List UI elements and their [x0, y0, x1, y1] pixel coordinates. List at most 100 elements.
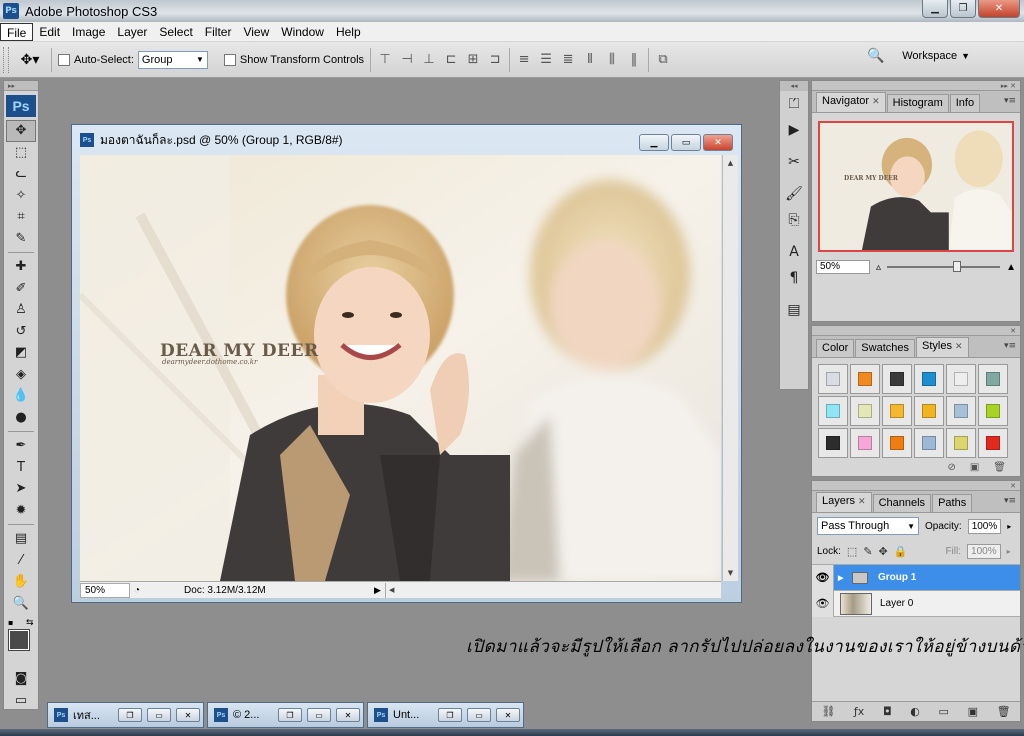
tab-navigator[interactable]: Navigator ✕ — [816, 92, 886, 112]
dodge-tool-icon[interactable]: ● — [4, 407, 38, 429]
default-colors-icon[interactable]: ▪ — [8, 618, 13, 627]
align-top-icon[interactable]: ⊤ — [377, 52, 393, 67]
style-swatch[interactable] — [914, 396, 944, 426]
maximize-icon[interactable]: ▭ — [307, 708, 331, 722]
opacity-arrow-icon[interactable]: ▸ — [1007, 522, 1011, 531]
panel-grip[interactable]: ✕ — [812, 481, 1020, 491]
panel-grip[interactable]: ✕ — [812, 326, 1020, 336]
style-swatch[interactable] — [914, 364, 944, 394]
eyedropper-tool-icon[interactable]: ⁄ — [4, 550, 38, 572]
fill-field[interactable]: 100% — [967, 544, 1001, 559]
opacity-field[interactable]: 100% — [967, 518, 1002, 534]
tab-paths[interactable]: Paths — [932, 494, 973, 512]
doc-close-button[interactable]: ✕ — [703, 134, 733, 151]
new-layer-icon[interactable]: ▣ — [968, 705, 978, 718]
distribute-right-icon[interactable]: ‖ — [626, 52, 642, 67]
distribute-left-icon[interactable]: ⦀ — [582, 52, 598, 67]
menu-window[interactable]: Window — [275, 23, 330, 41]
swap-colors-icon[interactable]: ⇆ — [26, 618, 34, 628]
history-brush-tool-icon[interactable]: ↺ — [4, 321, 38, 343]
restore-icon[interactable]: ❐ — [118, 708, 142, 722]
style-swatch[interactable] — [882, 396, 912, 426]
style-swatch[interactable] — [818, 364, 848, 394]
notes-tool-icon[interactable]: ▤ — [4, 528, 38, 550]
close-icon[interactable]: ✕ — [858, 496, 866, 506]
path-selection-tool-icon[interactable]: ➤ — [4, 478, 38, 500]
lock-all-icon[interactable]: 🔒 — [894, 545, 908, 558]
style-swatch[interactable] — [882, 428, 912, 458]
close-icon[interactable]: ✕ — [955, 341, 963, 351]
scroll-down-icon[interactable]: ▼ — [723, 565, 738, 581]
distribute-top-icon[interactable]: ≡ — [516, 52, 532, 67]
screen-mode-icon[interactable]: ▭ — [4, 690, 38, 712]
clear-style-icon[interactable]: ⊘ — [947, 462, 955, 478]
visibility-eye-icon[interactable]: 👁 — [812, 564, 834, 591]
menu-view[interactable]: View — [237, 23, 275, 41]
delete-layer-icon[interactable]: 🗑 — [997, 705, 1011, 718]
expand-triangle-icon[interactable]: ▶ — [838, 574, 848, 582]
document-canvas[interactable]: DEAR MY DEER dearmydeer.dothome.co.kr — [80, 155, 721, 581]
tool-presets-icon[interactable]: ✂ — [780, 149, 808, 175]
auto-select-checkbox[interactable]: Auto-Select: — [58, 53, 134, 66]
close-icon[interactable]: ✕ — [176, 708, 200, 722]
panel-menu-icon[interactable]: ▾≡ — [1004, 341, 1016, 351]
menu-help[interactable]: Help — [330, 23, 367, 41]
distribute-bottom-icon[interactable]: ≣ — [560, 52, 576, 67]
fill-arrow-icon[interactable]: ▸ — [1007, 547, 1011, 556]
photoshop-logo[interactable]: Ps — [6, 95, 36, 117]
close-icon[interactable]: ✕ — [336, 708, 360, 722]
doc-minimize-button[interactable]: ▁ — [639, 134, 669, 151]
scroll-up-icon[interactable]: ▲ — [723, 155, 738, 171]
tab-info[interactable]: Info — [949, 94, 981, 112]
lasso-tool-icon[interactable]: ᓚ — [4, 163, 38, 185]
zoom-slider[interactable] — [887, 261, 1001, 272]
move-tool-preset-icon[interactable]: ✥▾ — [15, 48, 45, 72]
auto-select-dropdown[interactable]: Group ▼ — [137, 50, 208, 69]
navigator-zoom-field[interactable]: 50% — [816, 260, 870, 274]
style-swatch[interactable] — [850, 396, 880, 426]
align-right-icon[interactable]: ⊐ — [487, 52, 503, 67]
align-hcenter-icon[interactable]: ⊞ — [465, 52, 481, 67]
options-bar-grip[interactable] — [3, 46, 9, 73]
blur-tool-icon[interactable]: 💧 — [4, 385, 38, 407]
style-swatch[interactable] — [882, 364, 912, 394]
align-left-icon[interactable]: ⊏ — [443, 52, 459, 67]
delete-style-icon[interactable]: 🗑 — [993, 462, 1006, 478]
auto-select-box[interactable] — [58, 53, 70, 66]
menu-select[interactable]: Select — [153, 23, 198, 41]
panel-menu-icon[interactable]: ▾≡ — [1004, 96, 1016, 106]
auto-align-icon[interactable]: ⧉ — [655, 52, 671, 67]
status-arrow-icon[interactable]: ▶ — [374, 585, 381, 596]
style-swatch[interactable] — [818, 396, 848, 426]
blend-mode-dropdown[interactable]: Pass Through ▼ — [817, 517, 919, 535]
tab-swatches[interactable]: Swatches — [855, 339, 915, 357]
close-button[interactable]: ✕ — [978, 0, 1020, 18]
clone-stamp-tool-icon[interactable]: ♙ — [4, 299, 38, 321]
paint-bucket-tool-icon[interactable]: ◈ — [4, 364, 38, 386]
minimized-window-1[interactable]: Ps เทส... ❐ ▭ ✕ — [47, 702, 204, 728]
link-layers-icon[interactable]: ⛓ — [821, 705, 835, 718]
adjustment-layer-icon[interactable]: ◐ — [910, 705, 920, 718]
character-panel-icon[interactable]: A — [780, 239, 808, 265]
brushes-panel-icon[interactable]: 🖌 — [780, 181, 808, 207]
zoom-tool-icon[interactable]: 🔍 — [4, 593, 38, 615]
layer-comps-icon[interactable]: ▤ — [780, 297, 808, 323]
new-group-icon[interactable]: ▭ — [939, 705, 949, 718]
vertical-scrollbar[interactable]: ▲ ▼ — [722, 155, 738, 581]
style-swatch[interactable] — [946, 428, 976, 458]
hand-tool-icon[interactable]: ✋ — [4, 571, 38, 593]
maximize-icon[interactable]: ▭ — [147, 708, 171, 722]
panel-menu-icon[interactable]: ▾≡ — [1004, 496, 1016, 506]
tab-styles[interactable]: Styles ✕ — [916, 337, 969, 357]
minimized-window-3[interactable]: Ps Unt... ❐ ▭ ✕ — [367, 702, 524, 728]
marquee-tool-icon[interactable]: ⬚ — [4, 142, 38, 164]
lock-transparency-icon[interactable]: ⬚ — [847, 545, 857, 558]
toolbox-grip[interactable]: ▸▸ — [4, 81, 38, 91]
style-swatch[interactable] — [850, 364, 880, 394]
menu-filter[interactable]: Filter — [199, 23, 238, 41]
style-swatch[interactable] — [818, 428, 848, 458]
status-menu-icon[interactable]: ◔ — [134, 585, 140, 596]
minimize-button[interactable]: ▁ — [922, 0, 948, 18]
healing-brush-tool-icon[interactable]: ✚ — [4, 256, 38, 278]
show-transform-box[interactable] — [223, 53, 236, 66]
